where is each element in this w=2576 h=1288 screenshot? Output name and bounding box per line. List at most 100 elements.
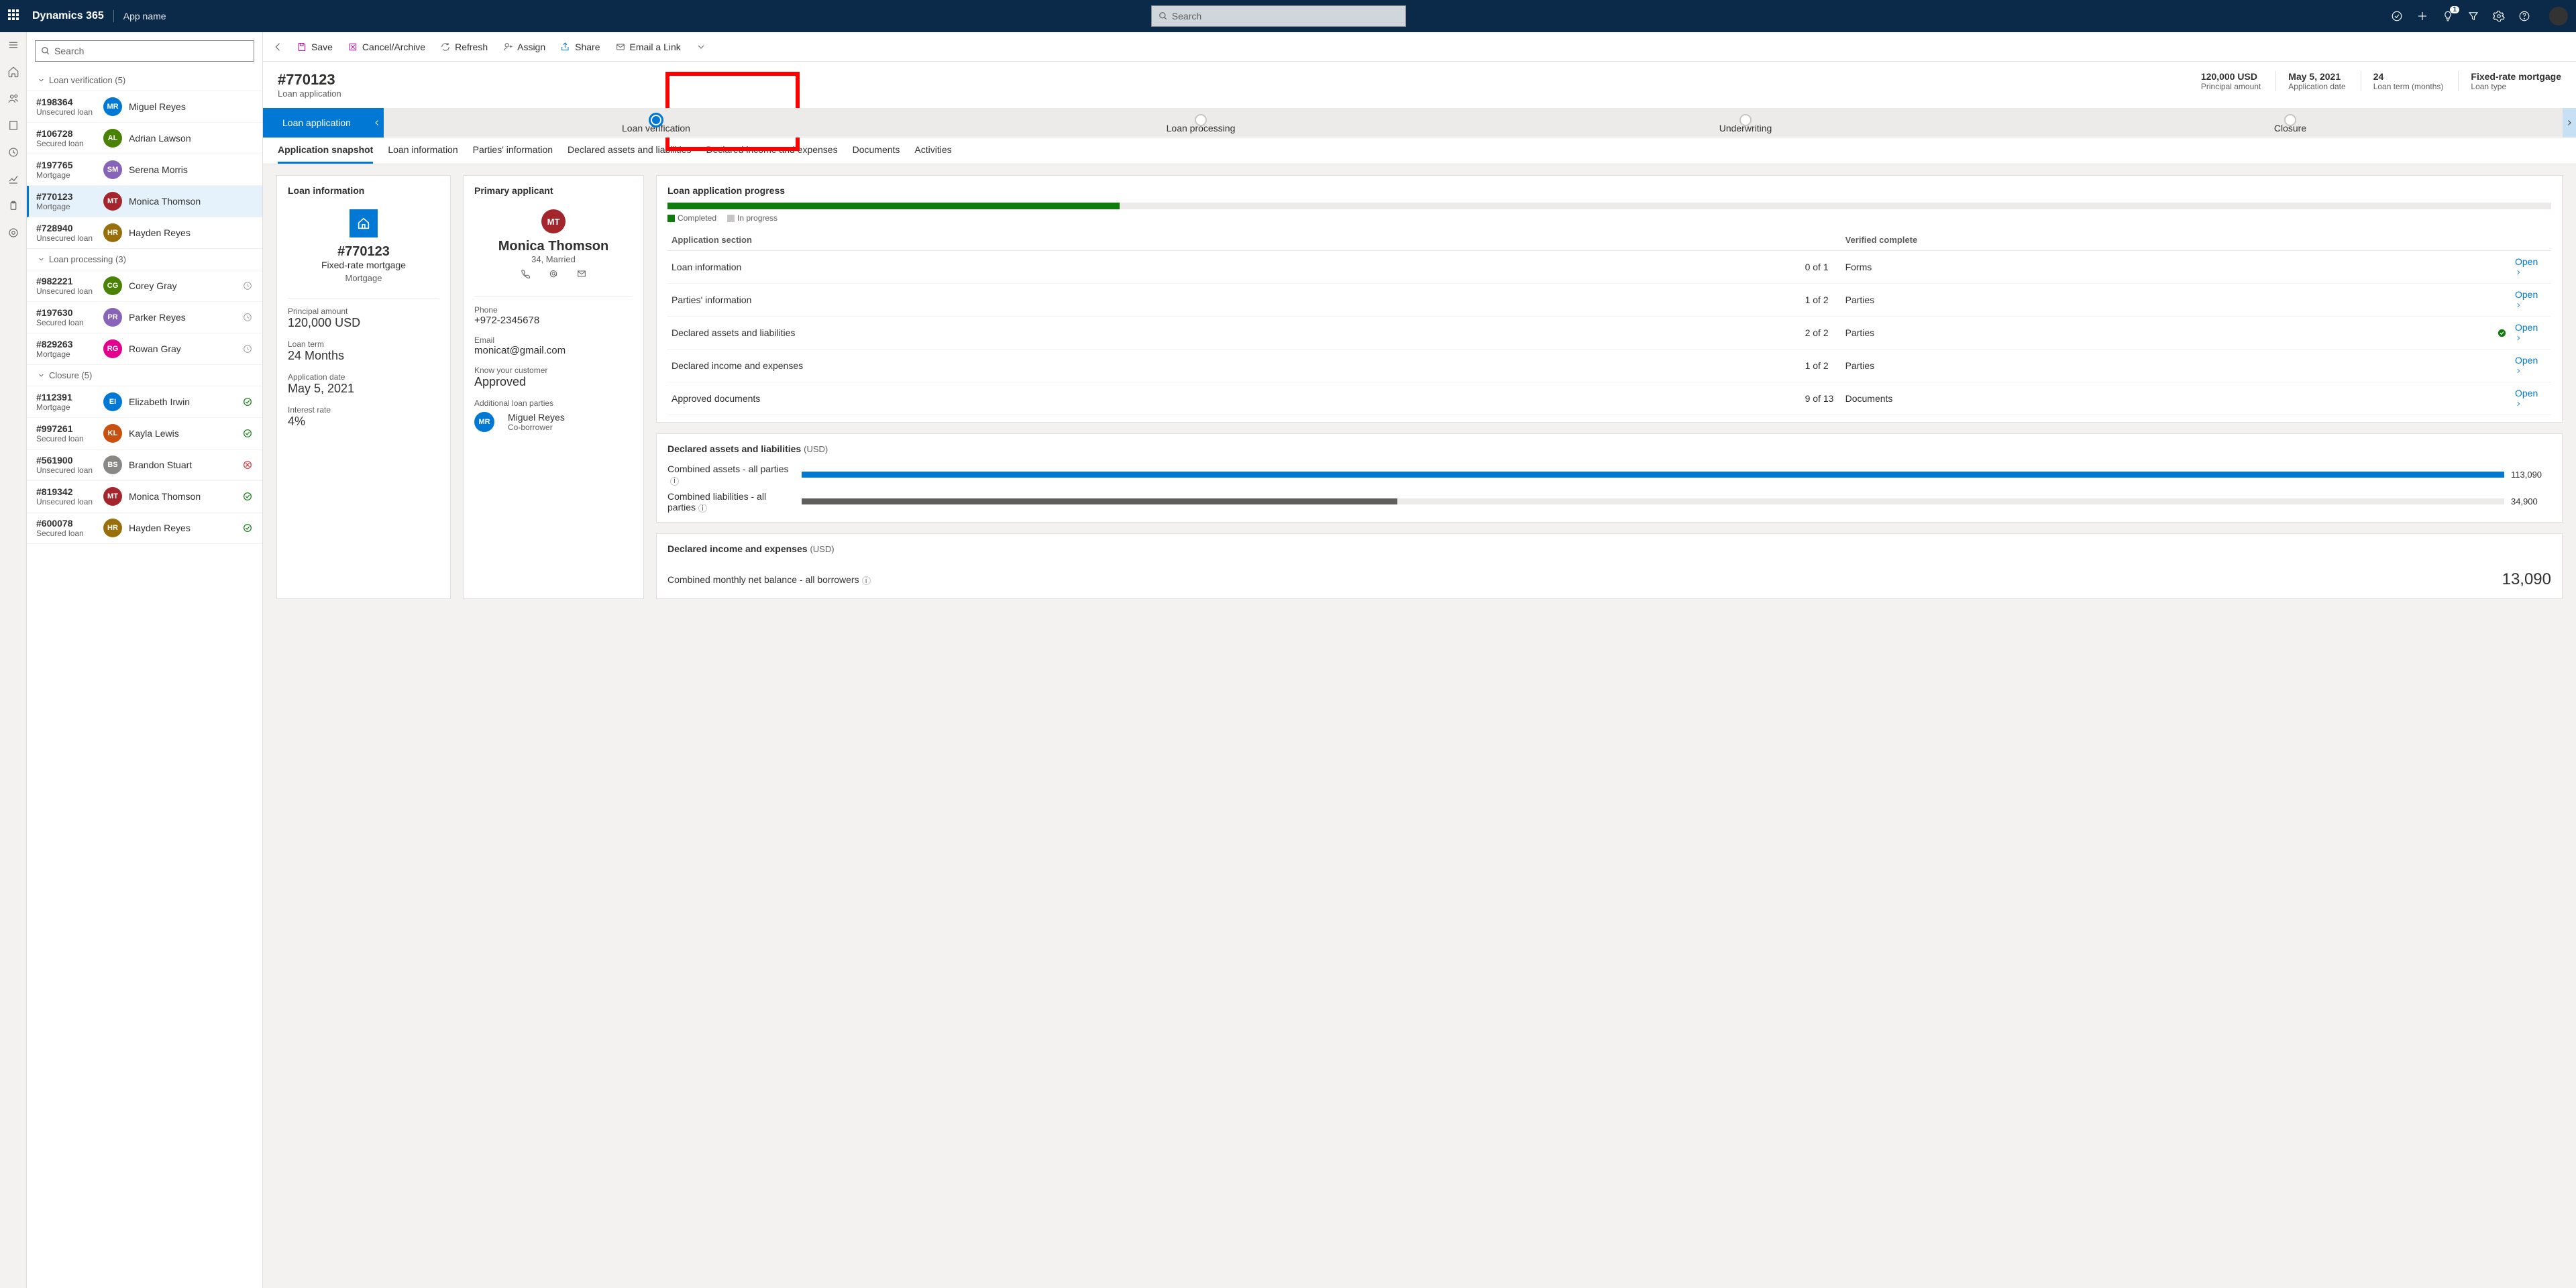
loan-product: Fixed-rate mortgage bbox=[288, 260, 439, 270]
error-icon bbox=[242, 460, 253, 470]
progress-bar bbox=[667, 203, 2551, 209]
back-button[interactable] bbox=[272, 41, 284, 53]
income-unit: (USD) bbox=[810, 544, 834, 554]
list-item[interactable]: #197765MortgageSMSerena Morris bbox=[27, 154, 262, 186]
bpf-next-button[interactable] bbox=[2563, 108, 2576, 138]
list-group-header[interactable]: Closure (5) bbox=[27, 365, 262, 386]
main-area: Save Cancel/Archive Refresh Assign Share… bbox=[263, 32, 2576, 1288]
phone-label: Phone bbox=[474, 305, 633, 315]
task-check-icon[interactable] bbox=[2391, 10, 2403, 22]
kyc-label: Know your customer bbox=[474, 366, 633, 375]
overflow-button[interactable] bbox=[696, 42, 706, 52]
check-icon bbox=[242, 396, 253, 407]
email-label: Email a Link bbox=[630, 42, 681, 52]
assets-unit: (USD) bbox=[804, 444, 828, 454]
open-link[interactable]: Open bbox=[2515, 322, 2538, 343]
assets-label: Combined assets - all parties bbox=[667, 464, 789, 474]
info-icon[interactable]: i bbox=[670, 477, 679, 486]
bpf-stage[interactable]: Closure bbox=[2018, 108, 2563, 138]
open-link[interactable]: Open bbox=[2515, 289, 2538, 311]
email-link-button[interactable]: Email a Link bbox=[615, 42, 681, 52]
list-item[interactable]: #819342Unsecured loanMTMonica Thomson bbox=[27, 481, 262, 513]
share-button[interactable]: Share bbox=[560, 42, 600, 52]
form-tab[interactable]: Loan information bbox=[388, 144, 458, 164]
bpf-stage[interactable]: Loan verification bbox=[384, 108, 928, 138]
bpf-entity-label[interactable]: Loan application bbox=[263, 108, 370, 138]
form-tab[interactable]: Activities bbox=[914, 144, 951, 164]
list-item[interactable]: #997261Secured loanKLKayla Lewis bbox=[27, 418, 262, 449]
settings-rail-icon[interactable] bbox=[7, 227, 19, 239]
progress-row: Declared income and expenses1 of 2Partie… bbox=[667, 350, 2551, 382]
bpf-prev-button[interactable] bbox=[370, 108, 384, 138]
app-name-label[interactable]: App name bbox=[123, 11, 166, 21]
coborrower-role: Co-borrower bbox=[508, 423, 565, 432]
cancel-archive-button[interactable]: Cancel/Archive bbox=[347, 42, 425, 52]
list-item[interactable]: #829263MortgageRGRowan Gray bbox=[27, 333, 262, 365]
progress-row: Loan information0 of 1FormsOpen bbox=[667, 251, 2551, 284]
assign-button[interactable]: Assign bbox=[502, 42, 545, 52]
refresh-button[interactable]: Refresh bbox=[440, 42, 488, 52]
progress-row: Parties' information1 of 2PartiesOpen bbox=[667, 284, 2551, 317]
list-group-header[interactable]: Loan verification (5) bbox=[27, 70, 262, 91]
list-item[interactable]: #198364Unsecured loanMRMiguel Reyes bbox=[27, 91, 262, 123]
at-icon[interactable] bbox=[548, 268, 559, 279]
save-label: Save bbox=[311, 42, 333, 52]
add-icon[interactable] bbox=[2416, 10, 2428, 22]
form-tab[interactable]: Declared assets and liabilities bbox=[568, 144, 691, 164]
list-item[interactable]: #982221Unsecured loanCGCorey Gray bbox=[27, 270, 262, 302]
loan-category: Mortgage bbox=[288, 273, 439, 283]
list-search[interactable]: Search bbox=[35, 40, 254, 62]
principal-label: Principal amount bbox=[288, 307, 439, 316]
progress-heading: Loan application progress bbox=[657, 176, 2562, 203]
bpf-stage[interactable]: Underwriting bbox=[1473, 108, 2018, 138]
nav-icon-group: 1 bbox=[2391, 7, 2568, 25]
check-icon bbox=[242, 523, 253, 533]
phone-icon[interactable] bbox=[520, 268, 531, 279]
list-item[interactable]: #197630Secured loanPRParker Reyes bbox=[27, 302, 262, 333]
list-item[interactable]: #770123MortgageMTMonica Thomson bbox=[27, 186, 262, 217]
list-group-header[interactable]: Loan processing (3) bbox=[27, 249, 262, 270]
nav-rail bbox=[0, 32, 27, 1288]
applicant-avatar: MT bbox=[541, 209, 566, 233]
progress-row: Declared assets and liabilities2 of 2Par… bbox=[667, 317, 2551, 350]
filter-icon[interactable] bbox=[2467, 10, 2479, 22]
income-label: Combined monthly net balance - all borro… bbox=[667, 574, 859, 585]
form-tab[interactable]: Parties' information bbox=[473, 144, 553, 164]
help-icon[interactable] bbox=[2518, 10, 2530, 22]
list-item[interactable]: #728940Unsecured loanHRHayden Reyes bbox=[27, 217, 262, 249]
clock-icon bbox=[242, 280, 253, 291]
list-item[interactable]: #106728Secured loanALAdrian Lawson bbox=[27, 123, 262, 154]
liab-label: Combined liabilities - all parties bbox=[667, 491, 766, 513]
term-value: 24 Months bbox=[288, 349, 439, 363]
app-launcher-icon[interactable] bbox=[8, 9, 21, 23]
chart-icon[interactable] bbox=[7, 173, 19, 185]
info-icon[interactable]: i bbox=[698, 504, 707, 513]
bulb-icon[interactable]: 1 bbox=[2442, 10, 2454, 22]
user-avatar[interactable] bbox=[2549, 7, 2568, 25]
list-item[interactable]: #112391MortgageEIElizabeth Irwin bbox=[27, 386, 262, 418]
open-link[interactable]: Open bbox=[2515, 388, 2538, 409]
form-tab[interactable]: Application snapshot bbox=[278, 144, 373, 164]
refresh-label: Refresh bbox=[455, 42, 488, 52]
info-icon[interactable]: i bbox=[862, 576, 871, 585]
list-item[interactable]: #600078Secured loanHRHayden Reyes bbox=[27, 513, 262, 544]
clock-icon[interactable] bbox=[7, 146, 19, 158]
gear-icon[interactable] bbox=[2493, 10, 2505, 22]
global-search[interactable]: Search bbox=[1151, 5, 1406, 27]
bpf-stage[interactable]: Loan processing bbox=[928, 108, 1473, 138]
building-icon[interactable] bbox=[7, 119, 19, 131]
open-link[interactable]: Open bbox=[2515, 355, 2538, 376]
mail-icon[interactable] bbox=[576, 268, 587, 279]
coborrower-name[interactable]: Miguel Reyes bbox=[508, 412, 565, 423]
people-icon[interactable] bbox=[7, 93, 19, 105]
save-button[interactable]: Save bbox=[297, 42, 333, 52]
house-icon bbox=[350, 209, 378, 237]
open-link[interactable]: Open bbox=[2515, 256, 2538, 278]
home-icon[interactable] bbox=[7, 66, 19, 78]
form-tab[interactable]: Documents bbox=[853, 144, 900, 164]
hamburger-icon[interactable] bbox=[7, 39, 19, 51]
clipboard-icon[interactable] bbox=[7, 200, 19, 212]
record-list-pane: Search Loan verification (5)#198364Unsec… bbox=[27, 32, 263, 1288]
form-tab[interactable]: Declared income and expenses bbox=[706, 144, 837, 164]
list-item[interactable]: #561900Unsecured loanBSBrandon Stuart bbox=[27, 449, 262, 481]
